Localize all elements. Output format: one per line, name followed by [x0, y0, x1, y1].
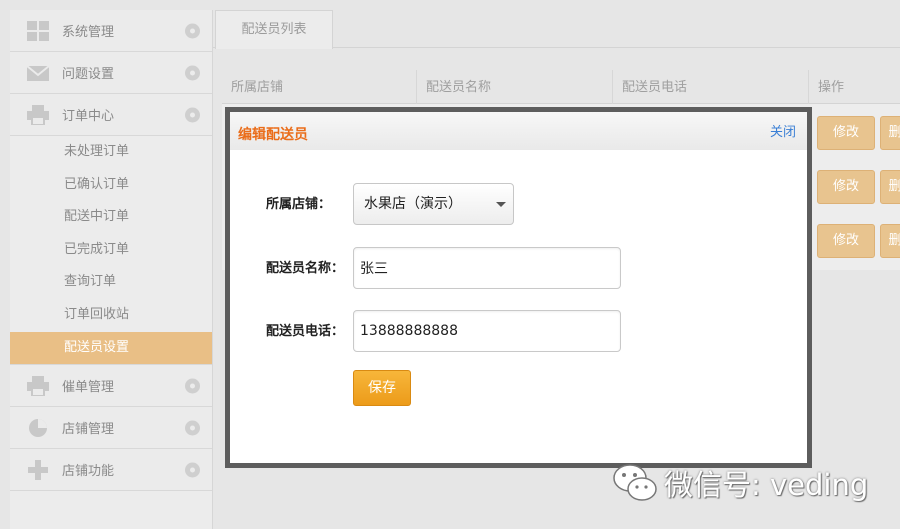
sidebar-group-store[interactable]: 店铺管理 [10, 407, 212, 450]
wechat-watermark: 微信号: veding [612, 462, 892, 504]
expand-toggle-icon[interactable] [185, 107, 200, 122]
sidebar-item-confirmed-orders[interactable]: 已确认订单 [10, 169, 212, 202]
sidebar-item-unprocessed-orders[interactable]: 未处理订单 [10, 136, 212, 169]
edit-button[interactable]: 修改 [817, 170, 875, 204]
expand-toggle-icon[interactable] [185, 378, 200, 394]
expand-toggle-icon[interactable] [185, 420, 200, 436]
courier-name-input[interactable] [353, 247, 621, 289]
sidebar-group-label: 系统管理 [62, 25, 115, 40]
dialog-header: 编辑配送员 关闭 [230, 112, 807, 150]
sidebar-item-order-recycle-bin[interactable]: 订单回收站 [10, 299, 212, 332]
watermark-text: 微信号: veding [664, 468, 869, 502]
store-label: 所属店铺： [266, 197, 332, 212]
edit-button[interactable]: 修改 [817, 224, 875, 258]
close-link[interactable]: 关闭 [770, 121, 796, 140]
store-select[interactable]: 水果店（演示） [353, 183, 514, 225]
sidebar-item-courier-settings[interactable]: 配送员设置 [10, 331, 212, 365]
sidebar-item-delivering-orders[interactable]: 配送中订单 [10, 201, 212, 234]
sidebar-group-system[interactable]: 系统管理 [10, 10, 212, 52]
sidebar-group-store-features[interactable]: 店铺功能 [10, 449, 212, 492]
printer-icon [27, 104, 49, 125]
pie-chart-icon [29, 418, 47, 437]
chevron-down-icon [496, 202, 506, 207]
printer-icon [27, 375, 49, 396]
sidebar-group-label: 订单中心 [62, 109, 115, 124]
dialog-title: 编辑配送员 [238, 127, 308, 143]
sidebar-group-label: 店铺管理 [62, 422, 115, 438]
expand-toggle-icon[interactable] [185, 462, 200, 478]
sidebar-group-orders[interactable]: 订单中心 [10, 94, 212, 136]
tab-bar: 配送员列表 [213, 10, 900, 49]
column-header-courier-name: 配送员名称 [417, 70, 613, 104]
sidebar-group-label: 问题设置 [62, 67, 115, 82]
wechat-icon [613, 464, 657, 501]
edit-courier-dialog: 编辑配送员 关闭 所属店铺： 水果店（演示） 配送员名称： 配送员电话： 保存 [225, 107, 812, 468]
sidebar-group-label: 店铺功能 [62, 464, 115, 480]
grid-icon [27, 20, 49, 41]
expand-toggle-icon[interactable] [185, 65, 200, 80]
courier-phone-label: 配送员电话： [266, 324, 345, 339]
column-header-courier-phone: 配送员电话 [613, 70, 809, 104]
courier-phone-input[interactable] [353, 310, 621, 352]
sidebar: 系统管理 问题设置 订单中心 未处理订单 已确认订单 配送中订单 已完成订单 查… [10, 10, 213, 529]
courier-name-label: 配送员名称： [266, 261, 345, 276]
store-select-value: 水果店（演示） [364, 196, 462, 212]
save-button[interactable]: 保存 [353, 370, 411, 406]
tab-courier-list[interactable]: 配送员列表 [215, 10, 333, 49]
delete-button[interactable]: 删 [880, 116, 900, 150]
mail-icon [27, 64, 49, 81]
table-header: 所属店铺 配送员名称 配送员电话 操作 [222, 70, 900, 104]
top-cutoff-strip [170, 0, 900, 4]
delete-button[interactable]: 删 [880, 224, 900, 258]
sidebar-item-completed-orders[interactable]: 已完成订单 [10, 234, 212, 267]
plus-icon [28, 459, 48, 480]
sidebar-group-label: 催单管理 [62, 380, 115, 396]
sidebar-submenu-orders: 未处理订单 已确认订单 配送中订单 已完成订单 查询订单 订单回收站 配送员设置 [10, 136, 212, 366]
expand-toggle-icon[interactable] [185, 23, 200, 38]
column-header-store: 所属店铺 [222, 70, 417, 104]
sidebar-group-reminders[interactable]: 催单管理 [10, 365, 212, 408]
sidebar-group-questions[interactable]: 问题设置 [10, 52, 212, 94]
column-header-actions: 操作 [818, 80, 845, 95]
sidebar-item-query-orders[interactable]: 查询订单 [10, 266, 212, 299]
edit-button[interactable]: 修改 [817, 116, 875, 150]
delete-button[interactable]: 删 [880, 170, 900, 204]
